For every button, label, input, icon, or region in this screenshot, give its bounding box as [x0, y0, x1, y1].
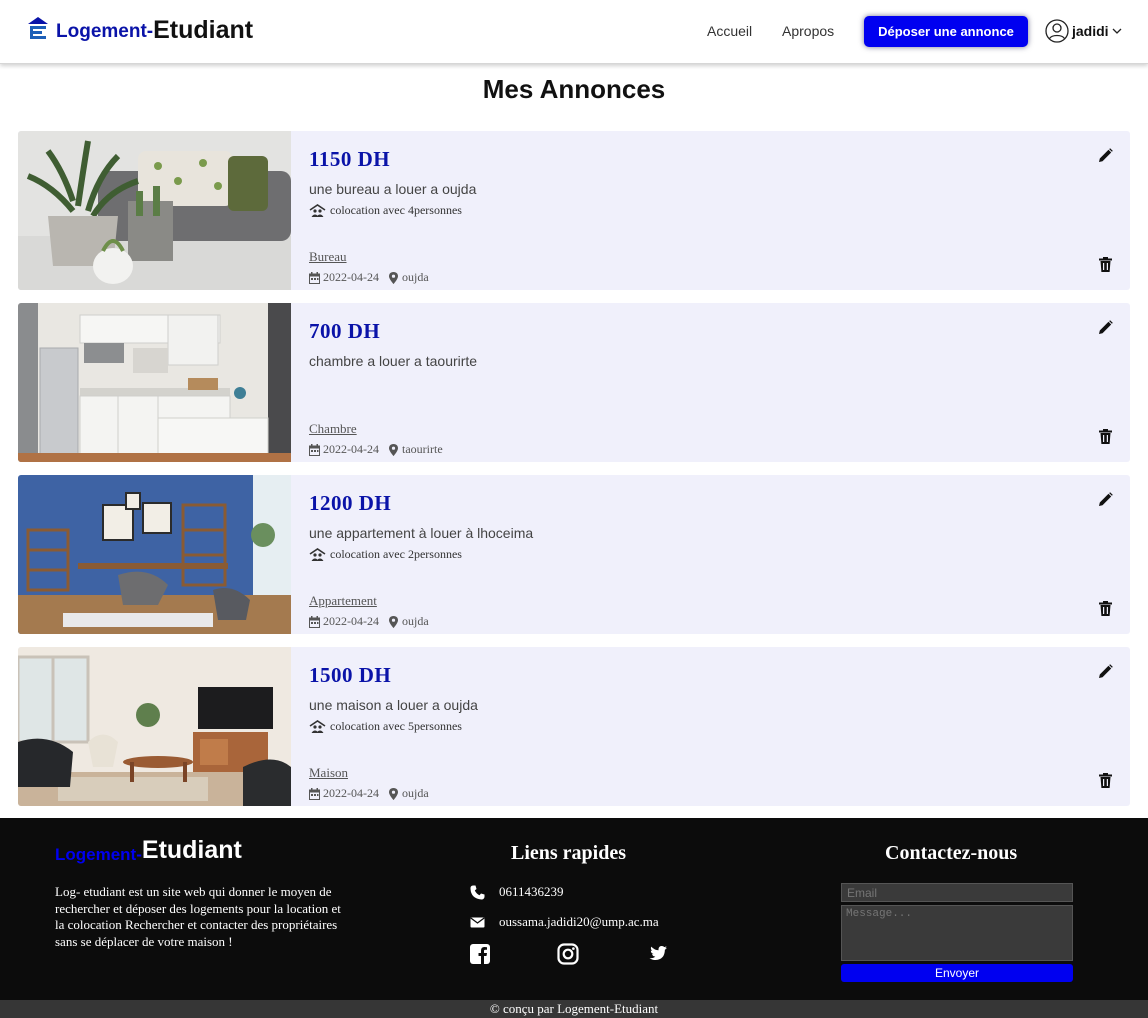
listing-price: 700 DH — [309, 319, 381, 343]
listing-title: une bureau a louer a oujda — [309, 181, 477, 197]
contact-email-input[interactable] — [841, 883, 1073, 902]
trash-icon[interactable] — [1099, 257, 1112, 272]
listing-meta: 2022-04-24 oujda — [309, 786, 429, 801]
colocation-text: colocation avec 4personnes — [330, 203, 462, 217]
pencil-icon[interactable] — [1098, 148, 1113, 163]
email-address: oussama.jadidi20@ump.ac.ma — [499, 914, 659, 929]
contact-heading: Contactez-nous — [885, 842, 1018, 864]
colocation-text: colocation avec 5personnes — [330, 719, 462, 733]
listing-card[interactable]: 1150 DH une bureau a louer a oujda coloc… — [18, 131, 1130, 290]
logo-text-second: Etudiant — [153, 16, 254, 44]
listing-photo[interactable] — [18, 647, 291, 806]
listing-category[interactable]: Appartement — [309, 593, 377, 609]
listing-date: 2022-04-24 — [323, 614, 379, 628]
twitter-icon[interactable] — [646, 943, 668, 965]
listing-date: 2022-04-24 — [323, 786, 379, 800]
listing-date: 2022-04-24 — [323, 270, 379, 284]
listing-category[interactable]: Chambre — [309, 421, 357, 437]
calendar-icon — [309, 443, 320, 456]
trash-icon[interactable] — [1099, 773, 1112, 788]
facebook-icon[interactable] — [469, 943, 491, 965]
listing-meta: 2022-04-24 oujda — [309, 614, 429, 629]
listing-meta: 2022-04-24 taourirte — [309, 442, 443, 457]
footer-logo-second: Etudiant — [141, 836, 242, 864]
listing-title: une maison a louer a oujda — [309, 697, 478, 713]
nav-accueil[interactable]: Accueil — [707, 23, 752, 39]
pencil-icon[interactable] — [1098, 492, 1113, 507]
listing-card[interactable]: 700 DH chambre a louer a taourirte Chamb… — [18, 303, 1130, 462]
trash-icon[interactable] — [1099, 601, 1112, 616]
navbar: Logement- Etudiant Accueil Apropos Dépose… — [0, 0, 1148, 64]
listing-photo[interactable] — [18, 303, 291, 462]
footer-logo-first: Logement- — [55, 845, 142, 864]
map-marker-icon — [389, 615, 398, 628]
footer-logo[interactable]: Logement- Etudiant — [55, 836, 242, 865]
calendar-icon — [309, 271, 320, 284]
listing-city: oujda — [402, 786, 429, 800]
contact-message-input[interactable] — [841, 905, 1073, 961]
calendar-icon — [309, 787, 320, 800]
pencil-icon[interactable] — [1098, 664, 1113, 679]
listing-price: 1200 DH — [309, 491, 392, 515]
people-roof-icon — [309, 720, 326, 733]
listing-date: 2022-04-24 — [323, 442, 379, 456]
copyright-bar: © conçu par Logement-Etudiant — [0, 1000, 1148, 1018]
listing-title: chambre a louer a taourirte — [309, 353, 478, 369]
listing-category[interactable]: Bureau — [309, 249, 347, 265]
footer-phone[interactable]: 0611436239 — [470, 884, 564, 900]
listing-photo[interactable] — [18, 475, 291, 634]
phone-icon — [470, 885, 485, 899]
colocation-text: colocation avec 2personnes — [330, 547, 462, 561]
listing-photo[interactable] — [18, 131, 291, 290]
page-title: Mes Annonces — [482, 74, 666, 104]
footer-description: Log- etudiant est un site web qui donner… — [55, 884, 341, 949]
footer: Logement- Etudiant Log- etudiant est un s… — [0, 818, 1148, 1000]
deposer-annonce-button[interactable]: Déposer une annonce — [864, 16, 1028, 47]
nav-apropos[interactable]: Apropos — [782, 23, 834, 39]
site-logo[interactable]: Logement- Etudiant — [27, 15, 253, 44]
send-button[interactable]: Envoyer — [841, 964, 1073, 982]
listing-city: oujda — [402, 270, 429, 284]
map-marker-icon — [389, 443, 398, 456]
listing-card[interactable]: 1200 DH une appartement à louer à lhocei… — [18, 475, 1130, 634]
pencil-icon[interactable] — [1098, 320, 1113, 335]
listing-colocation: colocation avec 2personnes — [309, 547, 462, 562]
listing-card[interactable]: 1500 DH une maison a louer a oujda coloc… — [18, 647, 1130, 806]
phone-number: 0611436239 — [499, 884, 564, 899]
chevron-down-icon — [1112, 28, 1122, 34]
footer-email[interactable]: oussama.jadidi20@ump.ac.ma — [470, 914, 659, 930]
trash-icon[interactable] — [1099, 429, 1112, 444]
listing-colocation: colocation avec 4personnes — [309, 203, 462, 218]
people-roof-icon — [309, 204, 326, 217]
username: jadidi — [1072, 23, 1109, 39]
listing-price: 1150 DH — [309, 147, 391, 171]
map-marker-icon — [389, 271, 398, 284]
listing-colocation: colocation avec 5personnes — [309, 719, 462, 734]
calendar-icon — [309, 615, 320, 628]
building-icon — [28, 17, 48, 39]
quick-links-heading: Liens rapides — [511, 842, 627, 864]
people-roof-icon — [309, 548, 326, 561]
instagram-icon[interactable] — [557, 943, 579, 965]
listing-title: une appartement à louer à lhoceima — [309, 525, 534, 541]
listing-price: 1500 DH — [309, 663, 392, 687]
listing-city: oujda — [402, 614, 429, 628]
listing-meta: 2022-04-24 oujda — [309, 270, 429, 285]
logo-text-first: Logement- — [56, 21, 154, 42]
user-circle-icon — [1045, 19, 1069, 43]
map-marker-icon — [389, 787, 398, 800]
listing-city: taourirte — [402, 442, 443, 456]
user-menu[interactable]: jadidi — [1045, 19, 1122, 43]
envelope-icon — [470, 916, 485, 927]
listing-category[interactable]: Maison — [309, 765, 348, 781]
